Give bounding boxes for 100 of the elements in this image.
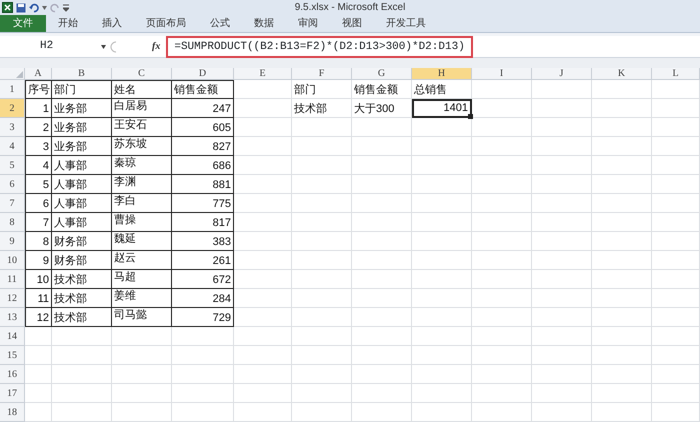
ribbon-tab[interactable]: 视图: [330, 15, 374, 32]
table-cell: 8: [25, 232, 52, 251]
empty-cell: [652, 346, 700, 365]
empty-cell: [472, 232, 532, 251]
column-header[interactable]: L: [652, 68, 700, 80]
empty-cell: [652, 156, 700, 175]
empty-cell: [352, 251, 412, 270]
empty-cell: [592, 251, 652, 270]
table-cell: 技术部: [52, 308, 112, 327]
row-header[interactable]: 7: [0, 194, 25, 213]
empty-cell: [652, 327, 700, 346]
empty-cell: [472, 213, 532, 232]
row-header[interactable]: 3: [0, 118, 25, 137]
ribbon-tab[interactable]: 开发工具: [374, 15, 438, 32]
empty-cell: [592, 175, 652, 194]
empty-cell: [652, 213, 700, 232]
row-header[interactable]: 13: [0, 308, 25, 327]
active-cell[interactable]: 1401: [412, 99, 472, 118]
table-cell: 部门: [52, 80, 112, 99]
empty-cell: [592, 156, 652, 175]
ribbon-tab[interactable]: 审阅: [286, 15, 330, 32]
column-header[interactable]: C: [112, 68, 172, 80]
undo-icon[interactable]: [29, 2, 39, 12]
empty-cell: [592, 403, 652, 422]
empty-cell: [234, 327, 292, 346]
row-header[interactable]: 6: [0, 175, 25, 194]
column-header[interactable]: D: [172, 68, 234, 80]
row-header[interactable]: 4: [0, 137, 25, 156]
ribbon-tab[interactable]: 数据: [242, 15, 286, 32]
table-cell: 姓名: [112, 80, 172, 99]
empty-cell: [234, 289, 292, 308]
file-tab[interactable]: 文件: [0, 15, 46, 32]
empty-cell: [412, 327, 472, 346]
empty-cell: [172, 365, 234, 384]
row-header[interactable]: 2: [0, 99, 25, 118]
row-header[interactable]: 16: [0, 365, 25, 384]
empty-cell: [234, 270, 292, 289]
table-cell: 业务部: [52, 118, 112, 137]
empty-cell: [592, 213, 652, 232]
table-cell: 销售金额: [172, 80, 234, 99]
table-cell: 李白: [112, 194, 172, 213]
empty-cell: [412, 194, 472, 213]
empty-cell: [472, 346, 532, 365]
empty-cell: [592, 232, 652, 251]
column-header[interactable]: G: [352, 68, 412, 80]
dropdown-icon[interactable]: [42, 6, 47, 10]
empty-cell: [52, 365, 112, 384]
row-header[interactable]: 1: [0, 80, 25, 99]
row-header[interactable]: 10: [0, 251, 25, 270]
empty-cell: [532, 308, 592, 327]
column-header[interactable]: K: [592, 68, 652, 80]
ribbon-tab[interactable]: 公式: [198, 15, 242, 32]
table-cell: 姜维: [112, 289, 172, 308]
row-header[interactable]: 18: [0, 403, 25, 422]
table-cell: 王安石: [112, 118, 172, 137]
row-header[interactable]: 5: [0, 156, 25, 175]
empty-cell: [172, 327, 234, 346]
row-header[interactable]: 9: [0, 232, 25, 251]
empty-cell: [592, 308, 652, 327]
row-header[interactable]: 11: [0, 270, 25, 289]
table-cell: 247: [172, 99, 234, 118]
empty-cell: [352, 175, 412, 194]
formula-field[interactable]: =SUMPRODUCT((B2:B13=F2)*(D2:D13>300)*D2:D13): [166, 36, 473, 58]
column-header[interactable]: E: [234, 68, 292, 80]
table-cell: 人事部: [52, 194, 112, 213]
table-cell: 9: [25, 251, 52, 270]
empty-cell: [352, 365, 412, 384]
save-icon[interactable]: [16, 2, 26, 12]
table-cell: 销售金额: [352, 80, 412, 99]
empty-cell: [652, 194, 700, 213]
empty-cell: [352, 232, 412, 251]
insert-function-button[interactable]: fx: [152, 39, 160, 54]
empty-cell: [592, 80, 652, 99]
column-header[interactable]: B: [52, 68, 112, 80]
column-header[interactable]: J: [532, 68, 592, 80]
ribbon-tab[interactable]: 页面布局: [134, 15, 198, 32]
empty-cell: [652, 118, 700, 137]
empty-cell: [412, 156, 472, 175]
ribbon-tab[interactable]: 开始: [46, 15, 90, 32]
ribbon-tab[interactable]: 插入: [90, 15, 134, 32]
empty-cell: [472, 99, 532, 118]
table-cell: 财务部: [52, 232, 112, 251]
empty-cell: [352, 327, 412, 346]
table-cell: 李渊: [112, 175, 172, 194]
customize-toolbar-icon[interactable]: [63, 4, 69, 12]
empty-cell: [292, 308, 352, 327]
table-cell: 383: [172, 232, 234, 251]
row-header[interactable]: 17: [0, 384, 25, 403]
row-header[interactable]: 15: [0, 346, 25, 365]
row-header[interactable]: 12: [0, 289, 25, 308]
column-header[interactable]: H: [412, 68, 472, 80]
row-header[interactable]: 8: [0, 213, 25, 232]
empty-cell: [234, 118, 292, 137]
column-header[interactable]: A: [25, 68, 52, 80]
table-cell: 技术部: [52, 289, 112, 308]
column-header[interactable]: I: [472, 68, 532, 80]
empty-cell: [532, 137, 592, 156]
column-header[interactable]: F: [292, 68, 352, 80]
table-cell: 业务部: [52, 137, 112, 156]
row-header[interactable]: 14: [0, 327, 25, 346]
